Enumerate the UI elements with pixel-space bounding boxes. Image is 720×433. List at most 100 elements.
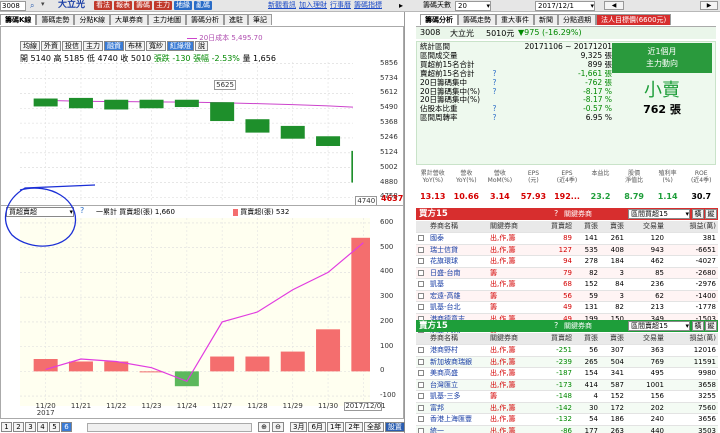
chart-button-1[interactable]: 外資 <box>41 41 61 51</box>
row-checkbox[interactable] <box>418 393 424 399</box>
page-button-1[interactable]: 1 <box>1 422 12 432</box>
left-tab-3[interactable]: 大單券商 <box>110 14 149 25</box>
column-header[interactable]: 關鍵券商 <box>488 333 542 345</box>
column-header[interactable]: 券商名稱 <box>428 221 488 233</box>
broker-name[interactable]: 港商野村 <box>428 344 488 357</box>
left-tab-1[interactable]: 籌碼走勢 <box>36 14 75 25</box>
broker-name[interactable]: 國泰 <box>428 232 488 245</box>
broker-name[interactable]: 台灣匯立 <box>428 379 488 391</box>
chart-button-2[interactable]: 投信 <box>62 41 82 51</box>
dropdown-chevron-icon[interactable]: ▾ <box>41 0 45 8</box>
top-button-5[interactable]: 亂碼 <box>194 1 212 10</box>
page-button-4[interactable]: 4 <box>37 422 48 432</box>
right-tab-3[interactable]: 新聞 <box>534 14 558 25</box>
column-header[interactable]: 關鍵券商 <box>488 221 542 233</box>
column-header[interactable]: 券商名稱 <box>428 333 488 345</box>
buy-key-broker-link[interactable]: 關鍵券商 <box>564 209 592 219</box>
table-row[interactable]: 統一 出,作,籌 -86 177 263 440 3503 <box>416 425 718 433</box>
help-icon[interactable]: ? <box>492 113 506 123</box>
broker-name[interactable]: 凱基 <box>428 278 488 291</box>
top-link-1[interactable]: 加入理財 <box>299 0 327 11</box>
table-row[interactable]: 凱基-三多籌 -148 4 152 156 3255 <box>416 390 718 403</box>
row-checkbox[interactable] <box>418 358 424 365</box>
row-checkbox[interactable] <box>418 269 424 276</box>
row-checkbox[interactable] <box>418 292 424 299</box>
column-header[interactable]: 買賣超 <box>542 333 574 345</box>
range-button-2[interactable]: 1年 <box>326 422 345 432</box>
top-button-1[interactable]: 報表 <box>114 1 132 10</box>
broker-name[interactable]: 凱基-台北 <box>428 301 488 314</box>
row-checkbox[interactable] <box>418 416 424 422</box>
range-button-3[interactable]: 2年 <box>345 422 363 432</box>
row-checkbox[interactable] <box>418 246 424 253</box>
table-row[interactable]: 凱基 出,作,籌 68 152 84 236 -2976 <box>416 278 718 291</box>
right-tab-1[interactable]: 籌碼走勢 <box>458 14 496 25</box>
top-link-3[interactable]: 籌碼指標 <box>354 0 382 11</box>
left-tab-4[interactable]: 主力地圖 <box>148 14 187 25</box>
buy-horizontal-toggle[interactable]: 橫 <box>692 209 704 219</box>
top-link-2[interactable]: 行事曆 <box>330 0 351 11</box>
left-tab-2[interactable]: 分點K線 <box>74 14 111 25</box>
chart-button-6[interactable]: 寬紗 <box>146 41 166 51</box>
top-button-2[interactable]: 籌碼 <box>134 1 152 10</box>
chart-button-5[interactable]: 布林 <box>125 41 145 51</box>
range-button-1[interactable]: 6月 <box>308 422 326 432</box>
search-icon[interactable]: ⌕ <box>30 1 39 10</box>
table-row[interactable]: 國泰出,作,籌89141261120381-5884 <box>416 232 718 245</box>
scroll-right-icon[interactable]: ▸ <box>399 0 403 11</box>
broker-name[interactable]: 凱基-三多 <box>428 390 488 403</box>
page-button-2[interactable]: 2 <box>13 422 24 432</box>
sell-vertical-toggle[interactable]: 縱 <box>705 321 717 331</box>
broker-name[interactable]: 瑞士信貸 <box>428 244 488 256</box>
broker-name[interactable]: 香港上海匯豐 <box>428 413 488 426</box>
chart-button-3[interactable]: 主力 <box>83 41 103 51</box>
column-header[interactable]: 買賣超 <box>542 221 574 233</box>
column-header[interactable]: 交易量 <box>626 221 666 233</box>
page-button-6[interactable]: 6 <box>61 422 72 432</box>
row-checkbox[interactable] <box>418 304 424 310</box>
row-checkbox[interactable] <box>418 381 424 388</box>
range-button-5[interactable]: 設置 <box>384 422 405 432</box>
broker-name[interactable]: 宏遠-高雄 <box>428 290 488 302</box>
row-checkbox[interactable] <box>418 281 424 287</box>
table-row[interactable]: 凱基-台北籌 49 131 82 213 -1778 <box>416 301 718 314</box>
top-button-4[interactable]: 地緣 <box>174 1 192 10</box>
column-header[interactable]: 損益(萬) <box>666 221 718 233</box>
column-header[interactable]: 賣張 <box>600 333 626 345</box>
buy-range-select[interactable]: 區間買超15 ▾ <box>628 209 690 219</box>
broker-name[interactable]: 花旗環球 <box>428 255 488 268</box>
table-row[interactable]: 新加坡商瑞銀 出,作,籌 -239 265 504 769 11591 <box>416 356 718 368</box>
row-checkbox[interactable] <box>418 258 424 264</box>
table-row[interactable]: 美商高盛 出,作,籌 -187 154 341 495 9980 <box>416 367 718 380</box>
sell-key-broker-link[interactable]: 關鍵券商 <box>564 321 592 331</box>
table-row[interactable]: 台灣匯立 出,作,籌 -173 414 587 1001 3658 <box>416 379 718 391</box>
right-tab-5[interactable]: 法人目標價(6600元) <box>596 14 672 25</box>
sell-range-select[interactable]: 區間賣超15 ▾ <box>628 321 690 331</box>
sell-help-icon[interactable]: ? <box>554 321 558 330</box>
broker-name[interactable]: 美商高盛 <box>428 367 488 380</box>
table-row[interactable]: 富邦 出,作,籌 -142 30 172 202 7560 <box>416 402 718 414</box>
right-tab-4[interactable]: 分點週期 <box>558 14 596 25</box>
help-icon[interactable] <box>492 43 506 52</box>
range-button-0[interactable]: 3月 <box>290 422 308 432</box>
table-row[interactable]: 日盛-台南籌 79 82 3 85 -2680 <box>416 267 718 279</box>
next-arrow-icon[interactable]: ▶ <box>700 1 718 10</box>
buy-help-icon[interactable]: ? <box>554 209 558 218</box>
broker-name[interactable]: 統一 <box>428 425 488 433</box>
table-row[interactable]: 宏遠-高雄籌 56 59 3 62 -1400 <box>416 290 718 302</box>
zoom-out-icon[interactable]: ⊖ <box>272 422 284 432</box>
table-row[interactable]: 花旗環球 出,作,籌 94 278 184 462 -4027 <box>416 255 718 268</box>
horizontal-scrollbar[interactable] <box>87 423 252 432</box>
right-tab-2[interactable]: 重大事件 <box>496 14 534 25</box>
column-header[interactable]: 買張 <box>574 221 600 233</box>
column-header[interactable]: 買張 <box>574 333 600 345</box>
range-button-4[interactable]: 全部 <box>363 422 384 432</box>
help-icon[interactable] <box>492 52 506 61</box>
row-checkbox[interactable] <box>418 370 424 376</box>
top-button-3[interactable]: 主力 <box>154 1 172 10</box>
zoom-in-icon[interactable]: ⊕ <box>258 422 270 432</box>
prev-arrow-icon[interactable]: ◀ <box>604 1 624 10</box>
broker-name[interactable]: 新加坡商瑞銀 <box>428 356 488 368</box>
column-header[interactable]: 損益(萬) <box>666 333 718 345</box>
date-picker[interactable]: 2017/12/1 ▾ <box>535 1 595 11</box>
